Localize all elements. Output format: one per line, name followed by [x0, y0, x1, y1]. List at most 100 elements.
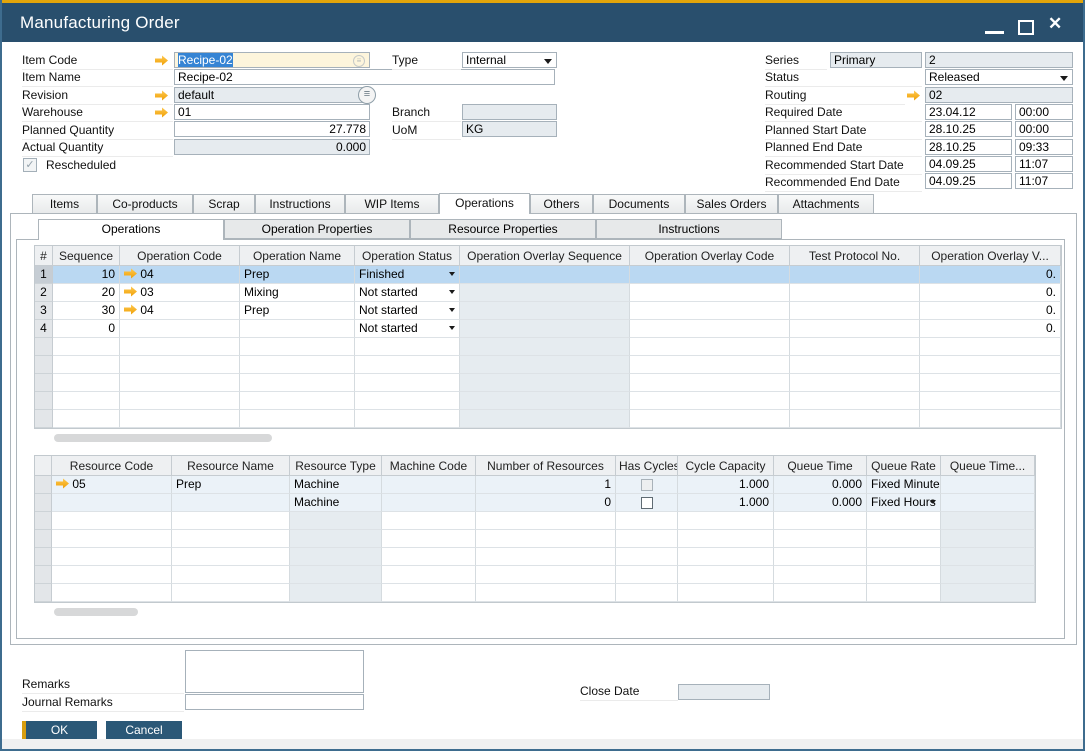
status-select[interactable]: Released	[925, 69, 1073, 85]
operation-overlay-sequence-cell[interactable]	[460, 266, 630, 284]
test-protocol-cell[interactable]	[790, 320, 920, 338]
operation-overlay-code-cell[interactable]	[630, 302, 790, 320]
operation-overlay-code-cell[interactable]	[630, 320, 790, 338]
operation-name-cell[interactable]: Prep	[240, 302, 355, 320]
queue-time2-cell[interactable]	[941, 494, 1035, 512]
resource-name-cell[interactable]	[172, 494, 290, 512]
planned-quantity-input[interactable]: 27.778	[174, 121, 370, 137]
planned-start-date-input[interactable]: 28.10.25	[925, 121, 1012, 137]
tab-co-products[interactable]: Co-products	[97, 194, 193, 214]
has-cycles-cell[interactable]	[616, 476, 678, 494]
subtab-instructions[interactable]: Instructions	[596, 219, 782, 239]
tab-scrap[interactable]: Scrap	[193, 194, 255, 214]
resource-code-link-arrow-icon[interactable]	[56, 478, 69, 489]
close-icon[interactable]: ✕	[1048, 14, 1062, 34]
operations-row[interactable]: 330 04PrepNot started0.	[35, 302, 1061, 320]
number-of-resources-cell[interactable]: 0	[476, 494, 616, 512]
resource-type-cell[interactable]: Machine	[290, 494, 382, 512]
operation-code-link-arrow-icon[interactable]	[124, 268, 137, 279]
test-protocol-cell[interactable]	[790, 266, 920, 284]
subtab-operation-properties[interactable]: Operation Properties	[224, 219, 410, 239]
queue-time-cell[interactable]: 0.000	[774, 476, 867, 494]
revision-choose-from-list-button[interactable]: ≡	[358, 86, 376, 104]
recommended-end-time-input[interactable]: 11:07	[1015, 173, 1073, 189]
tab-documents[interactable]: Documents	[593, 194, 685, 214]
tab-attachments[interactable]: Attachments	[778, 194, 874, 214]
operation-overlay-value-cell[interactable]: 0.	[920, 302, 1061, 320]
tab-instructions[interactable]: Instructions	[255, 194, 345, 214]
routing-link-arrow-icon[interactable]	[907, 90, 920, 101]
operations-row[interactable]: 220 03MixingNot started0.	[35, 284, 1061, 302]
operation-overlay-value-cell[interactable]: 0.	[920, 320, 1061, 338]
operation-name-cell[interactable]: Prep	[240, 266, 355, 284]
resources-row[interactable]: 05PrepMachine11.0000.000Fixed Minutes	[35, 476, 1035, 494]
required-time-input[interactable]: 00:00	[1015, 104, 1073, 120]
chevron-down-icon[interactable]	[449, 308, 455, 312]
machine-code-cell[interactable]	[382, 476, 476, 494]
subtab-resource-properties[interactable]: Resource Properties	[410, 219, 596, 239]
recommended-start-time-input[interactable]: 11:07	[1015, 156, 1073, 172]
chevron-down-icon[interactable]	[930, 500, 936, 504]
resource-code-cell[interactable]	[52, 494, 172, 512]
operation-overlay-sequence-cell[interactable]	[460, 284, 630, 302]
resource-type-cell[interactable]: Machine	[290, 476, 382, 494]
resource-code-cell[interactable]: 05	[52, 476, 172, 494]
operation-status-cell[interactable]: Not started	[355, 320, 460, 338]
test-protocol-cell[interactable]	[790, 302, 920, 320]
chevron-down-icon[interactable]	[449, 290, 455, 294]
sequence-cell[interactable]: 20	[53, 284, 120, 302]
cancel-button[interactable]: Cancel	[106, 721, 182, 741]
queue-rate-cell[interactable]: Fixed Hours	[867, 494, 941, 512]
operation-code-cell[interactable]: 04	[120, 266, 240, 284]
ok-button[interactable]: OK	[22, 721, 97, 741]
item-code-input[interactable]: Recipe-02 ≡	[174, 52, 370, 68]
has-cycles-checkbox[interactable]	[641, 497, 653, 509]
resources-horizontal-scrollbar[interactable]	[54, 608, 138, 616]
chevron-down-icon[interactable]	[449, 272, 455, 276]
operation-code-cell[interactable]	[120, 320, 240, 338]
tab-wip-items[interactable]: WIP Items	[345, 194, 439, 214]
planned-start-time-input[interactable]: 00:00	[1015, 121, 1073, 137]
item-name-input[interactable]: Recipe-02	[174, 69, 555, 85]
warehouse-input[interactable]: 01	[174, 104, 370, 120]
subtab-operations[interactable]: Operations	[38, 219, 224, 240]
operation-overlay-sequence-cell[interactable]	[460, 302, 630, 320]
sequence-cell[interactable]: 10	[53, 266, 120, 284]
operation-code-link-arrow-icon[interactable]	[124, 304, 137, 315]
operation-overlay-value-cell[interactable]: 0.	[920, 266, 1061, 284]
recommended-end-date-input[interactable]: 04.09.25	[925, 173, 1012, 189]
number-of-resources-cell[interactable]: 1	[476, 476, 616, 494]
operation-overlay-sequence-cell[interactable]	[460, 320, 630, 338]
operation-name-cell[interactable]: Mixing	[240, 284, 355, 302]
operations-horizontal-scrollbar[interactable]	[54, 434, 272, 442]
cycle-capacity-cell[interactable]: 1.000	[678, 476, 774, 494]
machine-code-cell[interactable]	[382, 494, 476, 512]
planned-end-date-input[interactable]: 28.10.25	[925, 139, 1012, 155]
operation-status-cell[interactable]: Not started	[355, 284, 460, 302]
row-number-cell[interactable]: 3	[35, 302, 53, 320]
row-number-cell[interactable]	[35, 476, 52, 494]
operation-code-link-arrow-icon[interactable]	[124, 286, 137, 297]
resources-row[interactable]: Machine01.0000.000Fixed Hours	[35, 494, 1035, 512]
row-number-cell[interactable]: 2	[35, 284, 53, 302]
operation-overlay-code-cell[interactable]	[630, 284, 790, 302]
chevron-down-icon[interactable]	[449, 326, 455, 330]
tab-others[interactable]: Others	[530, 194, 593, 214]
queue-rate-cell[interactable]: Fixed Minutes	[867, 476, 941, 494]
revision-input[interactable]: default	[174, 87, 370, 103]
operation-status-cell[interactable]: Finished	[355, 266, 460, 284]
row-number-cell[interactable]: 4	[35, 320, 53, 338]
operation-code-cell[interactable]: 03	[120, 284, 240, 302]
recommended-start-date-input[interactable]: 04.09.25	[925, 156, 1012, 172]
operation-overlay-code-cell[interactable]	[630, 266, 790, 284]
remarks-textarea[interactable]	[185, 650, 364, 693]
cycle-capacity-cell[interactable]: 1.000	[678, 494, 774, 512]
required-date-input[interactable]: 23.04.12	[925, 104, 1012, 120]
test-protocol-cell[interactable]	[790, 284, 920, 302]
sequence-cell[interactable]: 30	[53, 302, 120, 320]
operation-status-cell[interactable]: Not started	[355, 302, 460, 320]
row-number-cell[interactable]	[35, 494, 52, 512]
type-select[interactable]: Internal	[462, 52, 557, 68]
tab-sales-orders[interactable]: Sales Orders	[685, 194, 778, 214]
row-number-cell[interactable]: 1	[35, 266, 53, 284]
